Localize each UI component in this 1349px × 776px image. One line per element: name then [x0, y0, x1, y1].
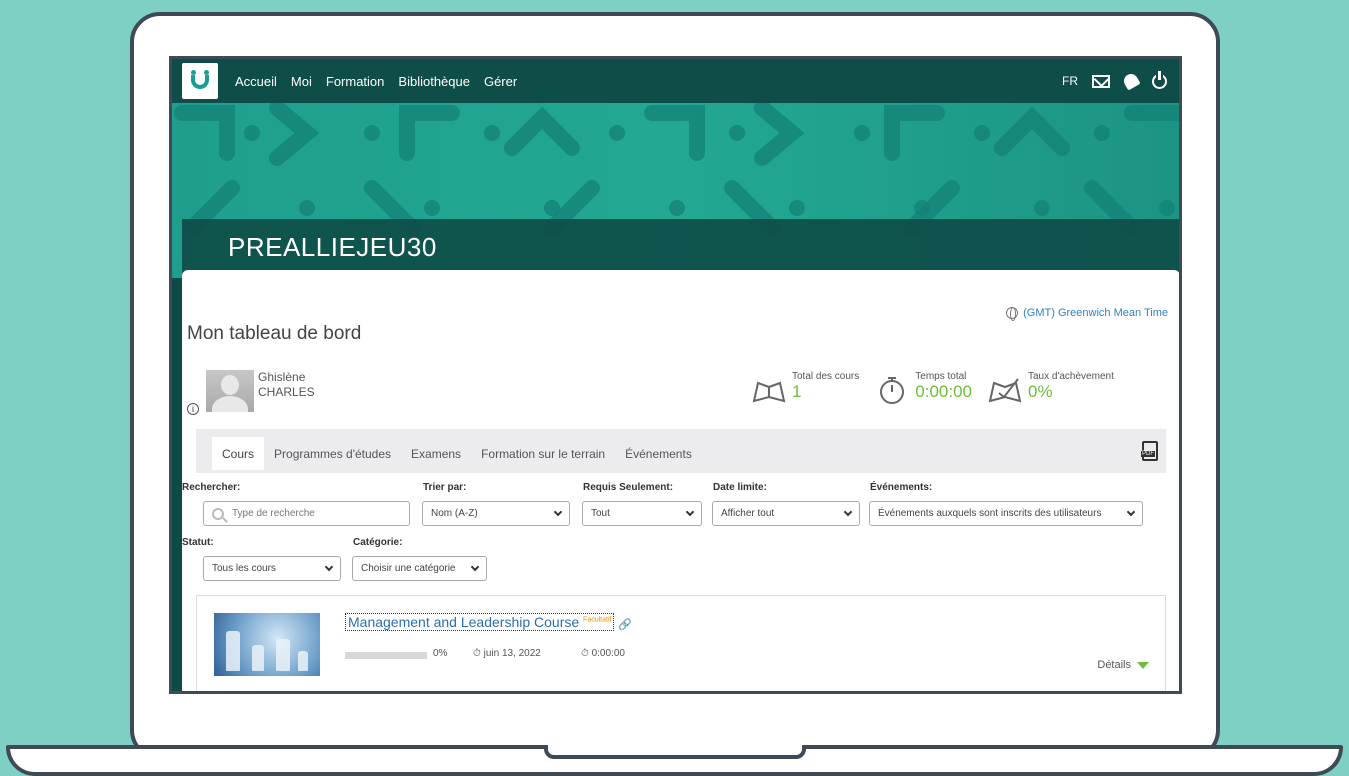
laptop-notch	[544, 745, 806, 759]
calendar-stopwatch-icon: ⏱	[473, 648, 481, 659]
book-check-icon	[988, 378, 1022, 403]
stats: Total des cours 1 Temps total 0:00:00 Ta…	[752, 371, 1114, 405]
status-label: Statut:	[182, 537, 214, 548]
status-select[interactable]: Tous les cours	[203, 556, 341, 581]
dashboard-panel: (GMT) Greenwich Mean Time Mon tableau de…	[182, 270, 1179, 691]
stat-courses-label: Total des cours	[792, 371, 860, 382]
notification-bell-icon[interactable]	[1121, 71, 1141, 91]
chevron-down-icon	[470, 562, 480, 572]
user-last-name: CHARLES	[258, 385, 315, 399]
due-date: ⏱ juin 13, 2022	[473, 648, 541, 659]
events-label: Événements:	[870, 482, 933, 493]
stopwatch-icon: ⏱	[581, 648, 589, 659]
category-label: Catégorie:	[353, 537, 403, 548]
language-switch[interactable]: FR	[1062, 74, 1078, 88]
link-icon[interactable]: 🔗	[618, 618, 632, 631]
sort-select[interactable]: Nom (A-Z)	[422, 501, 570, 526]
due-date-value: juin 13, 2022	[483, 648, 541, 659]
required-label: Requis Seulement:	[583, 482, 674, 493]
avatar[interactable]	[206, 370, 254, 412]
nav-item-accueil[interactable]: Accueil	[235, 74, 277, 89]
user-profile: i Ghislène CHARLES	[187, 370, 315, 415]
events-value: Événements auxquels sont inscrits des ut…	[878, 508, 1102, 519]
app-logo[interactable]	[182, 63, 218, 99]
status-value: Tous les cours	[212, 563, 276, 574]
deadline-label: Date limite:	[713, 482, 767, 493]
page-title: PREALLIEJEU30	[228, 232, 437, 262]
content-tabs: Cours Programmes d'études Examens Format…	[196, 429, 1166, 473]
course-card: Management and Leadership Course Faculta…	[196, 595, 1166, 691]
search-placeholder: Type de recherche	[232, 508, 315, 519]
sort-value: Nom (A-Z)	[431, 508, 478, 519]
chevron-down-icon	[324, 562, 334, 572]
duration: ⏱ 0:00:00	[581, 648, 625, 659]
triangle-down-icon	[1137, 661, 1149, 669]
deadline-select[interactable]: Afficher tout	[712, 501, 860, 526]
stat-courses-value: 1	[792, 382, 802, 401]
stat-time-label: Temps total	[915, 371, 967, 382]
stat-completion-rate: Taux d'achèvement 0%	[988, 371, 1114, 405]
user-first-name: Ghislène	[258, 370, 306, 384]
stat-completion-value: 0%	[1028, 382, 1053, 401]
stat-total-time: Temps total 0:00:00	[875, 371, 972, 405]
mail-icon[interactable]	[1092, 74, 1110, 88]
tab-evenements[interactable]: Événements	[615, 437, 702, 470]
progress-bar	[345, 652, 427, 659]
dashboard-title: Mon tableau de bord	[187, 323, 362, 344]
course-thumbnail[interactable]	[214, 613, 320, 676]
search-icon	[212, 507, 224, 520]
nav-item-bibliotheque[interactable]: Bibliothèque	[398, 74, 470, 89]
required-select[interactable]: Tout	[582, 501, 702, 526]
user-name: Ghislène CHARLES	[258, 370, 315, 400]
tab-formation-terrain[interactable]: Formation sur le terrain	[471, 437, 615, 470]
required-value: Tout	[591, 508, 610, 519]
nav-item-gerer[interactable]: Gérer	[484, 74, 517, 89]
duration-value: 0:00:00	[591, 648, 625, 659]
sort-label: Trier par:	[423, 482, 467, 493]
stat-time-value: 0:00:00	[915, 382, 972, 401]
progress-percent: 0%	[433, 648, 448, 659]
tab-programmes[interactable]: Programmes d'études	[264, 437, 401, 470]
tab-cours[interactable]: Cours	[212, 437, 265, 470]
chevron-down-icon	[1126, 507, 1136, 517]
course-title: Management and Leadership Course	[348, 614, 580, 630]
book-icon	[752, 381, 786, 403]
nav-item-formation[interactable]: Formation	[326, 74, 385, 89]
screen: Accueil Moi Formation Bibliothèque Gérer…	[169, 56, 1182, 694]
timezone-label: (GMT) Greenwich Mean Time	[1023, 307, 1168, 319]
deadline-value: Afficher tout	[721, 508, 775, 519]
category-value: Choisir une catégorie	[361, 563, 456, 574]
pdf-export-icon[interactable]	[1141, 441, 1158, 461]
tab-examens[interactable]: Examens	[401, 437, 471, 470]
category-select[interactable]: Choisir une catégorie	[352, 556, 487, 581]
events-select[interactable]: Événements auxquels sont inscrits des ut…	[869, 501, 1143, 526]
details-label: Détails	[1097, 659, 1131, 671]
chevron-down-icon	[843, 507, 853, 517]
search-input[interactable]: Type de recherche	[203, 501, 410, 526]
info-icon[interactable]: i	[187, 403, 199, 415]
globe-icon	[1006, 307, 1019, 321]
stopwatch-icon	[880, 377, 905, 404]
nav-item-moi[interactable]: Moi	[291, 74, 312, 89]
search-label: Rechercher:	[182, 482, 241, 493]
top-nav-bar: Accueil Moi Formation Bibliothèque Gérer…	[172, 59, 1179, 103]
chevron-down-icon	[553, 507, 563, 517]
details-toggle[interactable]: Détails	[1097, 659, 1149, 671]
stat-completion-label: Taux d'achèvement	[1028, 371, 1114, 382]
optional-badge: Facultatif	[583, 616, 612, 624]
timezone-link[interactable]: (GMT) Greenwich Mean Time	[1006, 307, 1168, 321]
top-right-controls: FR	[1062, 70, 1167, 91]
course-title-link[interactable]: Management and Leadership Course Faculta…	[345, 613, 615, 631]
chevron-down-icon	[685, 507, 695, 517]
stat-total-courses: Total des cours 1	[752, 371, 859, 405]
main-nav: Accueil Moi Formation Bibliothèque Gérer	[235, 74, 531, 89]
power-icon[interactable]	[1152, 70, 1167, 89]
